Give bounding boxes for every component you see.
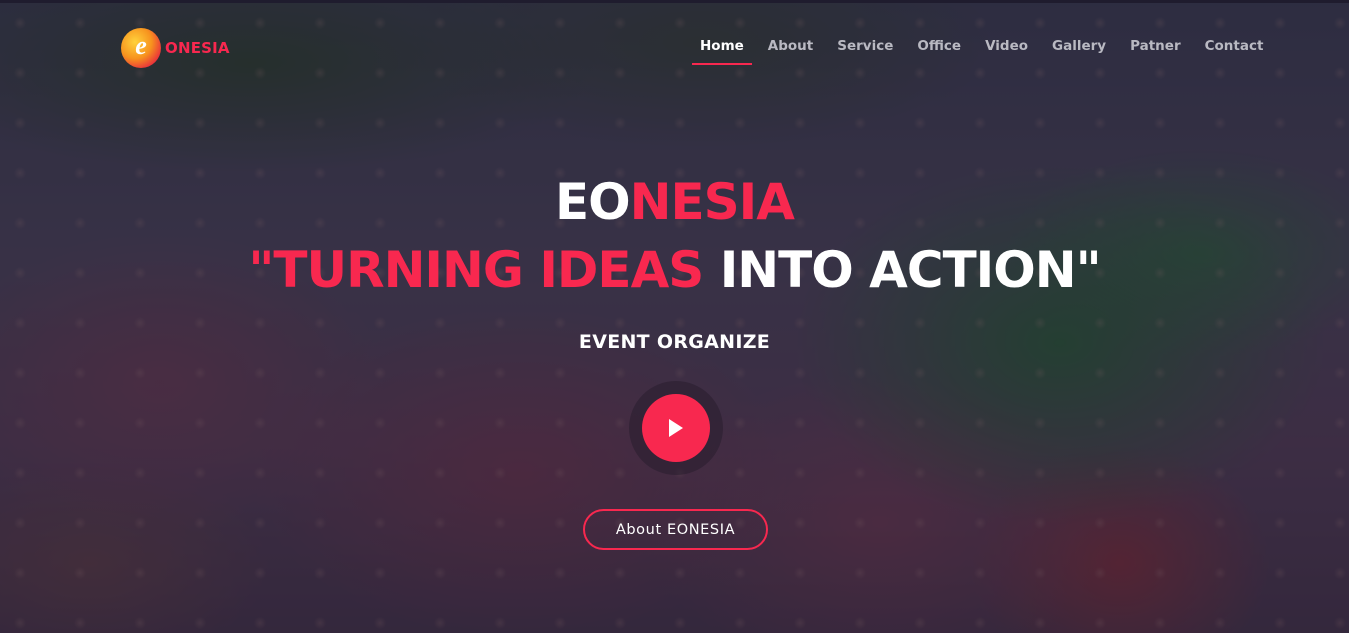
- logo-text: ONESIA: [165, 39, 230, 57]
- nav-item-gallery[interactable]: Gallery: [1044, 36, 1114, 56]
- nav-item-service[interactable]: Service: [829, 36, 901, 56]
- play-button-circle[interactable]: [642, 394, 710, 462]
- logo-icon: e: [121, 28, 161, 68]
- nav-item-home[interactable]: Home: [692, 36, 752, 65]
- hero-title-red: NESIA: [629, 173, 795, 231]
- nav-item-patner[interactable]: Patner: [1122, 36, 1189, 56]
- hero-title: EONESIA: [0, 170, 1349, 234]
- site-logo[interactable]: e ONESIA: [121, 28, 230, 68]
- hero-title-white: EO: [555, 173, 631, 231]
- main-nav: Home About Service Office Video Gallery …: [692, 36, 1279, 65]
- nav-item-about[interactable]: About: [760, 36, 821, 56]
- hero-tagline-red: "TURNING IDEAS: [248, 241, 704, 299]
- hero-tagline: "TURNING IDEAS INTO ACTION": [0, 238, 1349, 302]
- logo-letter: e: [135, 31, 147, 60]
- nav-item-contact[interactable]: Contact: [1197, 36, 1272, 56]
- hero-subtitle: EVENT ORGANIZE: [578, 331, 771, 353]
- hero-tagline-white: INTO ACTION": [703, 241, 1102, 299]
- play-icon: [669, 419, 683, 437]
- nav-item-video[interactable]: Video: [977, 36, 1036, 56]
- about-eonesia-button[interactable]: About EONESIA: [583, 509, 768, 550]
- nav-item-office[interactable]: Office: [909, 36, 969, 56]
- play-video-button[interactable]: [629, 381, 723, 475]
